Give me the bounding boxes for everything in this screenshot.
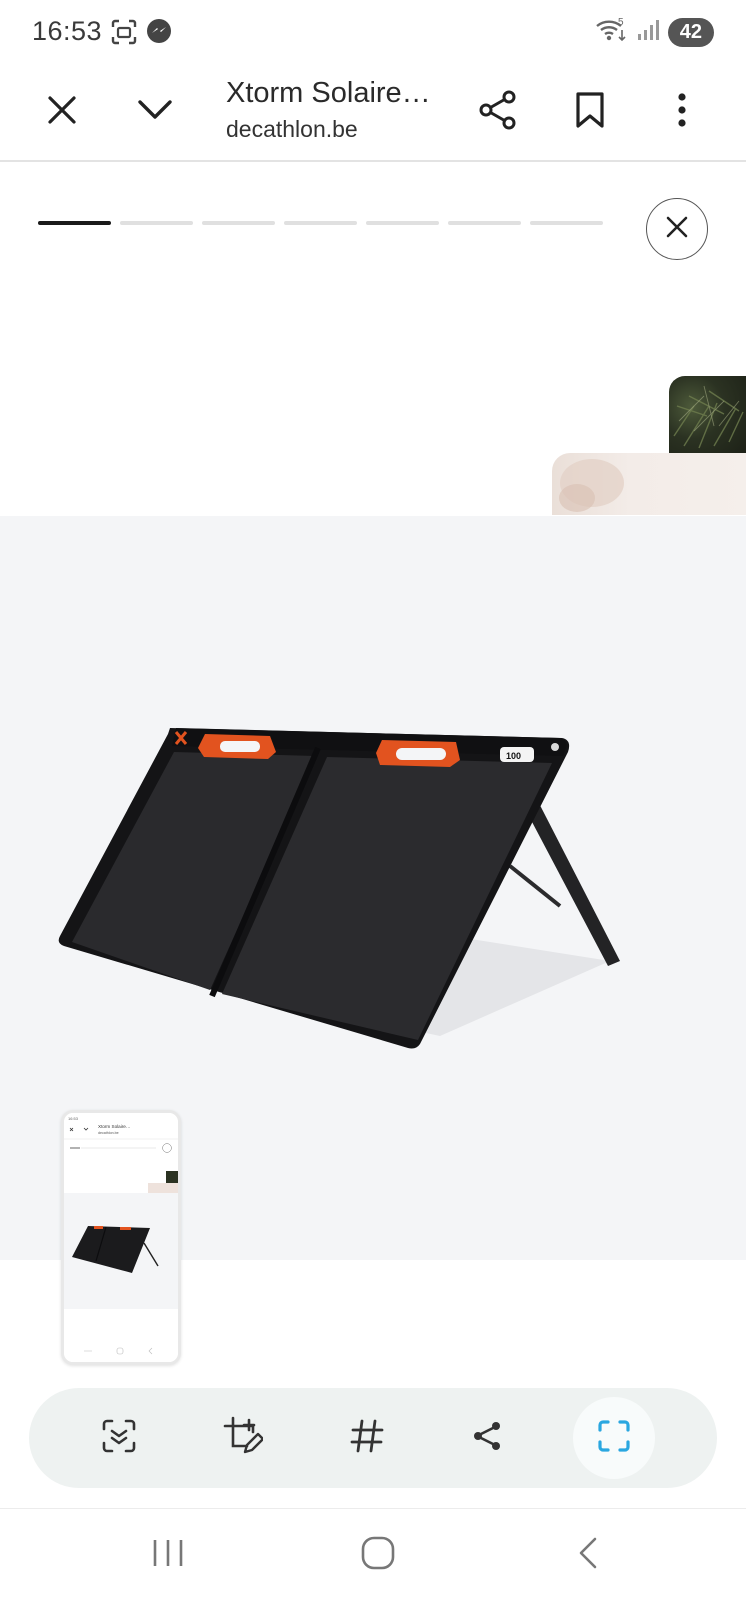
- screenshot-icon: [110, 18, 138, 51]
- toolbar-share-button[interactable]: [455, 1406, 519, 1470]
- home-icon: [361, 1536, 395, 1575]
- panel-badge-text: 100: [506, 751, 521, 761]
- share-icon: [471, 1420, 503, 1457]
- edit-crop-button[interactable]: [211, 1406, 275, 1470]
- close-button[interactable]: [32, 82, 92, 142]
- more-options-button[interactable]: [652, 82, 712, 142]
- related-image-thumbnail[interactable]: [552, 453, 746, 515]
- panel-handle: [198, 734, 276, 759]
- svg-text:5: 5: [618, 17, 624, 28]
- status-time: 16:53: [32, 16, 103, 46]
- app-bar: Xtorm Solaire… decathlon.be: [0, 64, 746, 162]
- messenger-icon: [146, 18, 172, 49]
- progress-segment: [448, 221, 521, 225]
- preview-subtitle: decathlon.be: [98, 1131, 119, 1135]
- progress-segment: [202, 221, 275, 225]
- system-nav-bar: [0, 1508, 746, 1600]
- bookmark-button[interactable]: [560, 82, 620, 142]
- preview-title: Xtorm Solaire…: [98, 1124, 130, 1129]
- back-icon: [577, 1536, 599, 1575]
- share-icon: [479, 90, 517, 135]
- signal-icon: [636, 18, 660, 47]
- collapse-button[interactable]: [125, 82, 185, 142]
- progress-segment: [284, 221, 357, 225]
- screenshot-preview[interactable]: 16:53 Xtorm Solaire… decathlon.be: [61, 1110, 181, 1365]
- progress-segment: [120, 221, 193, 225]
- progress-segment: [530, 221, 603, 225]
- svg-text:16:53: 16:53: [68, 1116, 79, 1121]
- recents-icon: [151, 1538, 185, 1573]
- capture-scroll-icon: [597, 1419, 631, 1458]
- share-button[interactable]: [468, 82, 528, 142]
- progress-segment: [38, 221, 111, 225]
- scan-text-button[interactable]: [87, 1406, 151, 1470]
- story-progress: [38, 221, 603, 225]
- edit-crop-icon: [223, 1416, 265, 1461]
- hashtag-icon: [349, 1418, 385, 1459]
- next-image-thumbnail[interactable]: [669, 376, 746, 453]
- status-bar: 16:53 5 42: [0, 0, 746, 64]
- progress-segment: [366, 221, 439, 225]
- close-icon: [47, 95, 77, 130]
- home-button[interactable]: [348, 1531, 408, 1579]
- recents-button[interactable]: [138, 1531, 198, 1579]
- close-story-button[interactable]: [646, 198, 708, 260]
- battery-indicator: 42: [667, 17, 714, 47]
- bookmark-icon: [575, 91, 605, 134]
- page-title-block[interactable]: Xtorm Solaire… decathlon.be: [226, 72, 456, 144]
- chevron-down-icon: [137, 99, 173, 126]
- screenshot-toolbar: [29, 1388, 717, 1488]
- more-vert-icon: [677, 92, 687, 132]
- capture-scroll-button[interactable]: [573, 1397, 655, 1479]
- page-title: Xtorm Solaire…: [226, 77, 431, 109]
- hashtag-button[interactable]: [335, 1406, 399, 1470]
- scan-text-icon: [101, 1418, 137, 1459]
- back-button[interactable]: [558, 1531, 618, 1579]
- status-right-group: 5 42: [594, 16, 714, 48]
- wifi-icon: 5: [594, 16, 628, 49]
- page-domain: decathlon.be: [226, 116, 358, 142]
- close-icon: [666, 216, 688, 243]
